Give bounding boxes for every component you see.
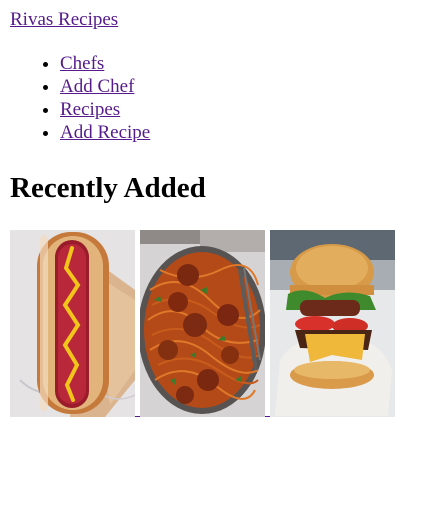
nav-item-add-recipe: Add Recipe: [60, 121, 150, 144]
spaghetti-meatballs-image: [140, 230, 265, 417]
recipe-link-hot-dog[interactable]: [10, 230, 135, 417]
hot-dog-image: [10, 230, 135, 417]
cheeseburger-image: [270, 230, 395, 417]
nav-link-recipes[interactable]: Recipes: [60, 99, 120, 120]
recipe-link-spaghetti[interactable]: [140, 230, 265, 417]
nav-link-chefs[interactable]: Chefs: [60, 53, 104, 74]
page: Rivas Recipes Chefs Add Chef Recipes Add…: [0, 0, 439, 515]
page-title: Recently Added: [10, 172, 206, 204]
main-nav: Chefs Add Chef Recipes Add Recipe: [0, 52, 150, 144]
nav-link-add-recipe[interactable]: Add Recipe: [60, 122, 150, 143]
nav-item-recipes: Recipes: [60, 98, 150, 121]
nav-link-add-chef[interactable]: Add Chef: [60, 76, 134, 97]
recipe-link-cheeseburger[interactable]: [270, 230, 395, 417]
nav-item-add-chef: Add Chef: [60, 75, 150, 98]
brand-link[interactable]: Rivas Recipes: [10, 8, 118, 32]
nav-item-chefs: Chefs: [60, 52, 150, 75]
recipe-gallery: [10, 230, 410, 420]
